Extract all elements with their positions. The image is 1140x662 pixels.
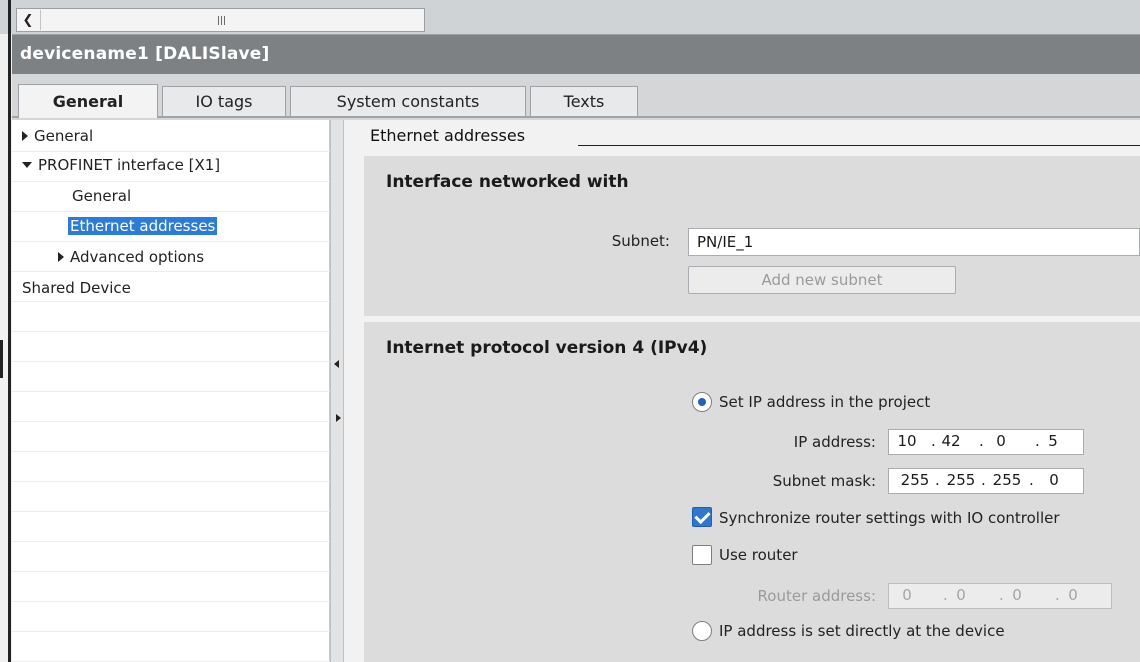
tab-texts[interactable]: Texts [530,86,638,116]
expand-right-arrow-icon[interactable] [336,414,341,422]
ip-octet-2[interactable]: 42 [939,432,963,450]
panel-splitter[interactable] [330,120,344,662]
tree-item-shared-device[interactable]: Shared Device [22,279,131,297]
router-address-field[interactable]: 0 . 0 . 0 . 0 [888,583,1112,609]
collapse-arrow-icon[interactable] [22,162,32,168]
use-router-label: Use router [719,546,798,564]
ip-octet-1[interactable]: 10 [895,432,919,450]
ip-octet-4[interactable]: 5 [1041,432,1065,450]
tree-item-label: PROFINET interface [X1] [38,156,221,174]
tree-item-label: General [34,127,94,145]
router-octet-1[interactable]: 0 [897,586,917,604]
mask-octet-3[interactable]: 255 [991,471,1023,489]
ip-set-at-device-radio[interactable] [692,621,712,641]
scroll-left-arrow-icon[interactable]: ❮ [18,10,38,30]
set-ip-in-project-radio[interactable] [692,392,712,412]
device-title: devicename1 [DALISlave] [20,44,270,64]
tree-item-label: Ethernet addresses [68,217,218,235]
ip-address-label: IP address: [793,433,876,451]
tab-underline [12,116,1140,118]
router-octet-2[interactable]: 0 [951,586,971,604]
tree-item-general[interactable]: General [22,127,93,145]
tree-item-profinet-interface[interactable]: PROFINET interface [X1] [22,156,220,174]
ip-set-at-device-label: IP address is set directly at the device [719,622,1005,640]
tree-item-label: Shared Device [22,279,131,297]
subnet-field[interactable]: PN/IE_1 [688,228,1140,256]
set-ip-in-project-label: Set IP address in the project [719,393,931,411]
use-router-checkbox[interactable] [692,545,712,565]
tree-item-label: Advanced options [70,248,205,266]
router-octet-3[interactable]: 0 [1007,586,1027,604]
tab-general[interactable]: General [18,84,158,118]
expand-arrow-icon[interactable] [22,131,28,141]
mask-octet-2[interactable]: 255 [945,471,977,489]
ip-octet-3[interactable]: 0 [989,432,1013,450]
sync-router-checkbox[interactable] [692,507,712,527]
tab-io-tags[interactable]: IO tags [162,86,286,116]
interface-panel-title: Interface networked with [386,172,629,192]
tree-item-ethernet-addresses[interactable]: Ethernet addresses [68,217,218,235]
window-edge [8,0,11,662]
expand-arrow-icon[interactable] [58,252,64,262]
section-heading: Ethernet addresses [370,126,526,145]
ipv4-panel-title: Internet protocol version 4 (IPv4) [386,338,708,358]
mask-octet-1[interactable]: 255 [899,471,931,489]
section-divider [578,145,1140,146]
add-new-subnet-button[interactable]: Add new subnet [688,266,956,294]
tree-item-interface-general[interactable]: General [72,187,131,205]
subnet-mask-label: Subnet mask: [772,472,876,490]
grip-icon [217,15,219,25]
router-octet-4[interactable]: 0 [1063,586,1083,604]
tree-item-label: General [72,187,132,205]
sync-router-label: Synchronize router settings with IO cont… [719,509,1060,527]
window-edge-marker [0,340,3,378]
subnet-mask-field[interactable]: 255 . 255 . 255 . 0 [888,468,1084,494]
router-address-label: Router address: [757,587,876,605]
tab-system-constants[interactable]: System constants [290,86,526,116]
collapse-left-arrow-icon[interactable] [334,360,339,368]
mask-octet-4[interactable]: 0 [1039,471,1069,489]
subnet-label: Subnet: [611,232,670,250]
scrollbar-thumb[interactable] [40,10,401,30]
ip-address-field[interactable]: 10 . 42 . 0 . 5 [888,429,1084,455]
tree-item-advanced-options[interactable]: Advanced options [58,248,204,266]
